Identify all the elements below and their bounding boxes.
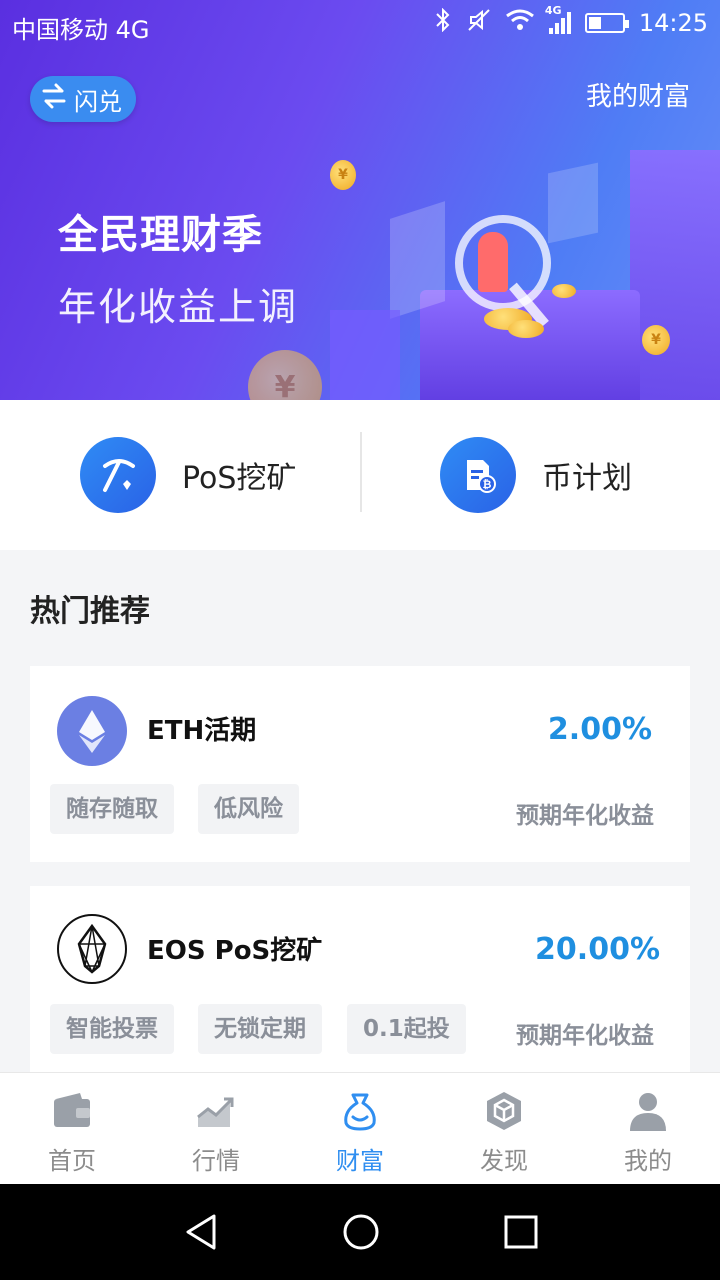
- coin-stack-icon: [552, 284, 576, 298]
- tab-discover[interactable]: 发现: [432, 1073, 576, 1185]
- rate-caption: 预期年化收益: [516, 1023, 654, 1049]
- tab-market-label: 行情: [192, 1147, 240, 1175]
- recents-icon[interactable]: [501, 1212, 541, 1252]
- home-icon[interactable]: [341, 1212, 381, 1252]
- tab-mine[interactable]: 我的: [576, 1073, 720, 1185]
- coin-icon: ¥: [642, 325, 670, 355]
- rate-caption: 预期年化收益: [516, 803, 654, 829]
- product-rate: 2.00%: [547, 712, 652, 747]
- person-illustration: [478, 232, 508, 292]
- clock: 14:25: [638, 9, 708, 37]
- tab-market[interactable]: 行情: [144, 1073, 288, 1185]
- tab-discover-label: 发现: [480, 1147, 528, 1175]
- product-name: EOS PoS挖矿: [147, 936, 323, 966]
- pickaxe-icon: [80, 437, 156, 513]
- ethereum-logo-icon: [57, 696, 127, 766]
- pos-mining-entry[interactable]: PoS挖矿: [80, 437, 296, 513]
- wifi-icon: [505, 8, 535, 38]
- product-tag: 低风险: [198, 784, 299, 834]
- section-title: 热门推荐: [30, 594, 150, 629]
- divider: [360, 432, 362, 512]
- chart-trend-icon: [197, 1097, 234, 1127]
- svg-text:₿: ₿: [483, 478, 492, 491]
- coin-stack-icon: [508, 320, 544, 338]
- promo-banner[interactable]: ¥ ¥ ¥ 中国移动 4G 4G 14:25 闪兑 我的财富 全民理财季 年化收…: [0, 0, 720, 400]
- product-tag: 随存随取: [50, 784, 174, 834]
- exchange-button[interactable]: 闪兑: [30, 76, 136, 122]
- my-wealth-link[interactable]: 我的财富: [586, 76, 690, 113]
- system-nav-bar: [0, 1184, 720, 1280]
- banner-title: 全民理财季: [58, 212, 263, 258]
- product-tag: 无锁定期: [198, 1004, 322, 1054]
- product-card-eos[interactable]: EOS PoS挖矿 20.00% 智能投票 无锁定期 0.1起投 预期年化收益: [30, 886, 690, 1086]
- tab-home-label: 首页: [48, 1147, 96, 1175]
- coin-plan-entry[interactable]: ₿ 币计划: [440, 437, 632, 513]
- tab-wealth-label: 财富: [336, 1147, 384, 1175]
- exchange-label: 闪兑: [74, 87, 122, 116]
- cube-icon: [487, 1092, 521, 1130]
- tab-home[interactable]: 首页: [0, 1073, 144, 1185]
- signal-icon: 4G: [545, 4, 571, 34]
- coin-plan-label: 币计划: [542, 461, 632, 496]
- document-illustration: [390, 201, 445, 319]
- bitcoin-document-icon: ₿: [440, 437, 516, 513]
- product-tag: 0.1起投: [347, 1004, 466, 1054]
- tab-mine-label: 我的: [624, 1147, 672, 1175]
- bottom-tab-bar: 首页 行情 财富 发现 我的: [0, 1072, 720, 1184]
- building-illustration: [630, 150, 720, 400]
- back-icon[interactable]: [182, 1212, 222, 1252]
- coin-icon: ¥: [248, 350, 322, 400]
- carrier-label: 中国移动 4G: [12, 16, 150, 44]
- wallet-icon: [54, 1093, 90, 1127]
- swap-icon: [40, 83, 68, 115]
- product-tag: 智能投票: [50, 1004, 174, 1054]
- bluetooth-icon: [433, 7, 453, 38]
- status-bar: 中国移动 4G 4G 14:25: [0, 0, 720, 50]
- network-badge: 4G: [544, 4, 562, 17]
- pos-mining-label: PoS挖矿: [182, 461, 297, 496]
- quick-entry-panel: PoS挖矿 ₿ 币计划: [0, 400, 720, 550]
- person-icon: [630, 1093, 666, 1131]
- mute-icon: [467, 8, 491, 38]
- product-card-eth[interactable]: ETH活期 2.00% 随存随取 低风险 预期年化收益: [30, 666, 690, 862]
- product-rate: 20.00%: [535, 932, 660, 967]
- building-illustration: [330, 310, 400, 400]
- money-bag-icon: [344, 1093, 376, 1131]
- building-illustration: [548, 162, 598, 244]
- eos-logo-icon: [57, 914, 127, 984]
- banner-subtitle: 年化收益上调: [58, 285, 299, 329]
- coin-icon: ¥: [330, 160, 356, 190]
- product-name: ETH活期: [147, 716, 257, 746]
- tab-wealth[interactable]: 财富: [288, 1073, 432, 1185]
- battery-icon: [584, 13, 629, 33]
